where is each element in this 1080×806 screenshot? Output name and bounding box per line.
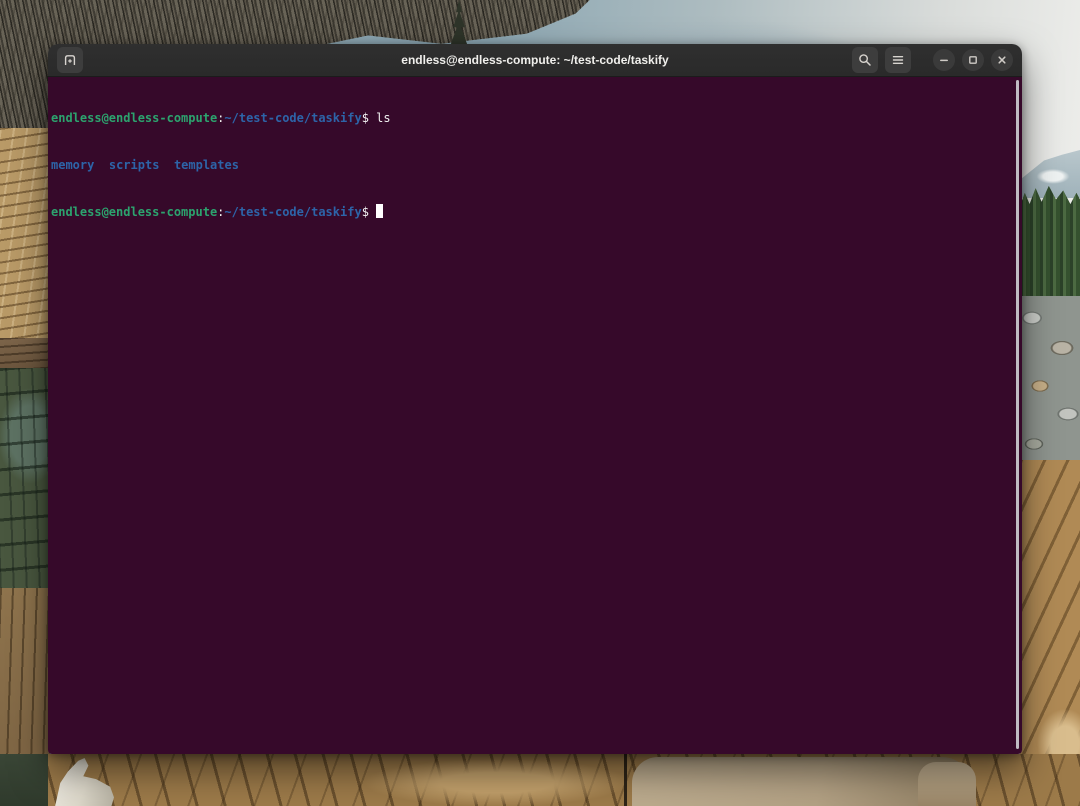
- hamburger-menu-icon: [890, 52, 906, 68]
- maximize-icon: [965, 52, 981, 68]
- minimize-button[interactable]: [933, 49, 955, 71]
- wallpaper-wood-shingles: [0, 128, 50, 346]
- wallpaper-carved-stone-small: [918, 762, 976, 806]
- new-tab-icon: [62, 52, 78, 68]
- prompt-symbol: $: [362, 111, 369, 125]
- minimize-icon: [936, 52, 952, 68]
- titlebar-spacer: [918, 60, 926, 61]
- directory-entry: templates: [174, 158, 239, 172]
- prompt-user-host: endless@endless-compute: [51, 205, 217, 219]
- maximize-button[interactable]: [962, 49, 984, 71]
- directory-entry: scripts: [109, 158, 160, 172]
- menu-button[interactable]: [885, 47, 911, 73]
- close-icon: [994, 52, 1010, 68]
- wallpaper-wood-beam: [0, 338, 50, 372]
- terminal-line-ls-output: memory scripts templates: [51, 158, 1010, 174]
- wallpaper-green-shingles: [0, 368, 50, 594]
- prompt-user-host: endless@endless-compute: [51, 111, 217, 125]
- terminal-line-active-prompt: endless@endless-compute:~/test-code/task…: [51, 204, 1010, 221]
- window-title: endless@endless-compute: ~/test-code/tas…: [401, 53, 668, 67]
- prompt-symbol: $: [362, 205, 369, 219]
- prompt-path: ~/test-code/taskify: [224, 205, 361, 219]
- prompt-path: ~/test-code/taskify: [224, 111, 361, 125]
- directory-entry: memory: [51, 158, 94, 172]
- terminal-screen[interactable]: endless@endless-compute:~/test-code/task…: [48, 77, 1022, 754]
- terminal-scrollbar[interactable]: [1016, 80, 1019, 749]
- titlebar[interactable]: endless@endless-compute: ~/test-code/tas…: [48, 44, 1022, 77]
- typed-command: ls: [376, 111, 390, 125]
- search-button[interactable]: [852, 47, 878, 73]
- terminal-window: endless@endless-compute: ~/test-code/tas…: [48, 44, 1022, 754]
- wallpaper-bottom-green: [0, 754, 48, 806]
- wallpaper-forest: [1020, 186, 1080, 300]
- wallpaper-rocky-stream: [1020, 296, 1080, 466]
- wallpaper-plank-gap: [624, 754, 627, 806]
- search-icon: [857, 52, 873, 68]
- close-button[interactable]: [991, 49, 1013, 71]
- terminal-cursor: [376, 204, 383, 218]
- terminal-line-prompt-command: endless@endless-compute:~/test-code/task…: [51, 111, 1010, 127]
- new-tab-button[interactable]: [57, 47, 83, 73]
